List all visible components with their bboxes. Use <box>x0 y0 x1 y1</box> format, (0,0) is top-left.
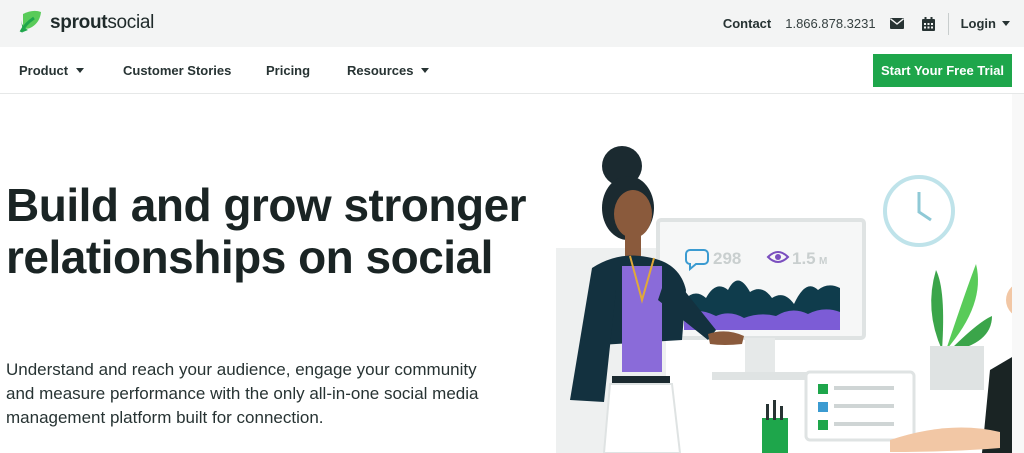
nav-item-label: Product <box>19 63 69 78</box>
chevron-down-icon <box>76 68 85 73</box>
nav-item-pricing[interactable]: Pricing <box>266 47 310 94</box>
sprout-leaf-icon <box>19 10 41 33</box>
calendar-icon[interactable] <box>921 16 936 31</box>
main-nav: Product Customer Stories Pricing Resourc… <box>0 47 1024 94</box>
nav-item-resources[interactable]: Resources <box>347 47 430 94</box>
chevron-down-icon <box>1002 21 1010 26</box>
nav-item-label: Pricing <box>266 63 311 78</box>
nav-item-label: Resources <box>347 63 414 78</box>
comments-count: 298 <box>713 249 741 268</box>
contact-link[interactable]: Contact <box>723 16 771 31</box>
clock-icon <box>883 175 955 247</box>
views-unit: M <box>819 256 827 267</box>
envelope-icon[interactable] <box>889 17 904 31</box>
views-count: 1.5 <box>792 249 816 268</box>
phone-number-link[interactable]: 1.866.878.3231 <box>785 16 875 31</box>
nav-item-customer-stories[interactable]: Customer Stories <box>123 47 231 94</box>
utility-bar: sproutsocial Contact 1.866.878.3231 Logi… <box>0 0 1024 47</box>
page-scrollbar[interactable] <box>1012 94 1024 453</box>
login-label: Login <box>960 16 996 31</box>
hero-title: Build and grow stronger relationships on… <box>6 179 527 283</box>
nav-item-label: Customer Stories <box>123 63 232 78</box>
start-free-trial-button[interactable]: Start Your Free Trial <box>873 54 1012 87</box>
nav-item-product[interactable]: Product <box>19 47 85 94</box>
sprout-social-logo[interactable]: sproutsocial <box>19 10 154 36</box>
hero-illustration: 298 1.5 M <box>556 146 1024 453</box>
chevron-down-icon <box>421 68 430 73</box>
utility-links: Contact 1.866.878.3231 Login <box>723 0 1010 47</box>
hero-subtitle: Understand and reach your audience, enga… <box>6 360 479 427</box>
logo-wordmark: sproutsocial <box>50 12 155 33</box>
utility-divider <box>947 12 949 35</box>
login-dropdown[interactable]: Login <box>961 16 1010 31</box>
